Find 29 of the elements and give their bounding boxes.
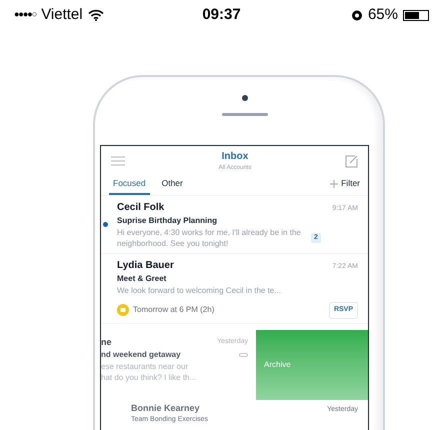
message-preview: hat do you think? I like th... xyxy=(101,372,198,383)
carrier-name: Viettel xyxy=(41,4,83,25)
message-subject: Meet & Greet xyxy=(117,273,168,285)
sender-name: Lydia Bauer xyxy=(117,259,174,273)
speaker-grille xyxy=(222,113,268,116)
attachment-icon xyxy=(239,353,248,357)
event-time: Tomorrow at 6 PM (2h) xyxy=(133,304,216,316)
message-preview: ese restaurants near our xyxy=(101,361,190,372)
inbox-tab[interactable]: Focused xyxy=(109,177,150,195)
clock-time: 09:37 xyxy=(202,6,241,23)
sender-name: Cecil Folk xyxy=(117,201,164,215)
inbox-title: Inbox xyxy=(222,150,248,164)
compose-icon[interactable] xyxy=(345,154,358,168)
signal-strength: ●●●●○ xyxy=(14,8,36,22)
battery-icon xyxy=(403,10,429,20)
message-subject: nd weekend getaway xyxy=(101,349,181,361)
inbox-tab[interactable]: Other xyxy=(158,177,187,195)
message-preview: We look forward to welcoming Cecil in the te... xyxy=(117,285,282,297)
filter-button[interactable]: Filter xyxy=(330,177,360,195)
battery-percent: 65% xyxy=(368,4,398,25)
wifi-icon xyxy=(88,9,104,21)
filter-icon xyxy=(330,180,338,188)
calendar-event-icon xyxy=(117,304,129,316)
sender-name: Bonnie Kearney xyxy=(131,402,200,415)
sender-name: ne xyxy=(101,336,112,348)
alarm-icon xyxy=(350,9,363,21)
menu-icon[interactable] xyxy=(111,156,125,166)
message-subject: Suprise Birthday Planning xyxy=(117,215,218,227)
message-preview: Hi everyone, 4:30 works for me, I'll already be in the neighborhood. See you tonight! xyxy=(117,227,302,249)
